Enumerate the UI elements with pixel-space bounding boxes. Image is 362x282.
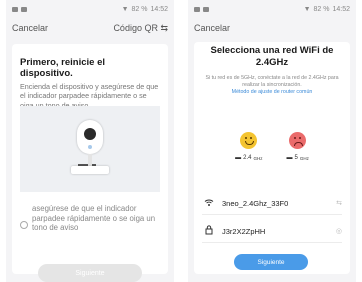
band-24-value: 2.4 xyxy=(243,155,252,161)
clock: 14:52 xyxy=(150,5,168,13)
page-title: Selecciona una red WiFi de 2.4GHz xyxy=(210,45,334,68)
reset-device-screen: ▼ 82 % 14:52 Cancelar Código QR ⇆ Primer… xyxy=(6,0,174,282)
status-bar: ▼ 82 % 14:52 xyxy=(6,0,174,18)
camera-stand xyxy=(88,154,92,166)
swap-icon[interactable]: ⇆ xyxy=(336,199,342,207)
band-5ghz: ▬ 5 GHz xyxy=(287,132,309,161)
next-button[interactable]: Siguiente xyxy=(234,254,308,270)
camera-base xyxy=(71,166,109,174)
router-settings-link[interactable]: Método de ajuste de router común xyxy=(202,89,342,95)
image-icon xyxy=(21,6,27,12)
cancel-button[interactable]: Cancelar xyxy=(194,23,230,33)
camera-icon xyxy=(77,120,103,154)
confirm-label: asegúrese de que el indicador parpadee r… xyxy=(32,204,156,233)
nav-bar: Cancelar xyxy=(188,18,356,38)
band-5-unit: GHz xyxy=(299,155,309,161)
band-comparison: ▬ 2.4 GHz ▬ 5 GHz xyxy=(194,132,350,161)
camera-lens xyxy=(84,128,96,140)
confirm-checkbox[interactable] xyxy=(20,221,28,229)
password-value: J3r2X2ZpHH xyxy=(222,226,266,236)
ssid-value: 3neo_2.4Ghz_33F0 xyxy=(222,198,289,208)
notification-icon xyxy=(194,6,200,12)
nav-bar: Cancelar Código QR ⇆ xyxy=(6,18,174,38)
wifi-select-screen: ▼ 82 % 14:52 Cancelar Selecciona una red… xyxy=(188,0,356,282)
content-card: Primero, reinicie el dispositivo. Encien… xyxy=(12,44,168,282)
happy-face-icon xyxy=(240,132,258,149)
lock-icon xyxy=(202,225,216,237)
band-5-value: 5 xyxy=(294,155,298,161)
band-24-unit: GHz xyxy=(253,155,263,161)
router-icon: ▬ xyxy=(286,155,293,161)
battery-level: 82 % xyxy=(131,5,148,13)
next-button[interactable]: Siguiente xyxy=(38,264,142,282)
divider xyxy=(202,214,342,215)
password-field[interactable]: J3r2X2ZpHH ◎ xyxy=(202,222,342,243)
notification-icon xyxy=(12,6,18,12)
wifi-status-icon: ▼ xyxy=(303,5,311,13)
band-24ghz: ▬ 2.4 GHz xyxy=(235,132,263,161)
wifi-status-icon: ▼ xyxy=(121,5,129,13)
status-bar: ▼ 82 % 14:52 xyxy=(188,0,356,18)
wifi-icon xyxy=(202,198,216,209)
battery-level: 82 % xyxy=(313,5,330,13)
cancel-button[interactable]: Cancelar xyxy=(12,23,48,33)
sad-face-icon xyxy=(289,132,307,149)
content-card: Selecciona una red WiFi de 2.4GHz Si tu … xyxy=(194,42,350,274)
clock: 14:52 xyxy=(332,5,350,13)
image-icon xyxy=(203,6,209,12)
ssid-field[interactable]: 3neo_2.4Ghz_33F0 ⇆ xyxy=(202,194,342,215)
confirm-checkbox-row[interactable]: asegúrese de que el indicador parpadee r… xyxy=(20,204,160,233)
page-title: Primero, reinicie el dispositivo. xyxy=(20,57,106,79)
eye-icon[interactable]: ◎ xyxy=(336,227,342,235)
band-24-label: ▬ 2.4 GHz xyxy=(235,155,262,161)
divider xyxy=(202,242,342,243)
band-hint-text: Si tu red es de 5GHz, conéctate a la red… xyxy=(205,74,339,88)
qr-code-button[interactable]: Código QR ⇆ xyxy=(113,23,168,34)
indicator-light xyxy=(88,145,92,149)
band-5-label: ▬ 5 GHz xyxy=(287,155,309,161)
router-icon: ▬ xyxy=(235,155,242,161)
camera-illustration xyxy=(20,106,160,192)
